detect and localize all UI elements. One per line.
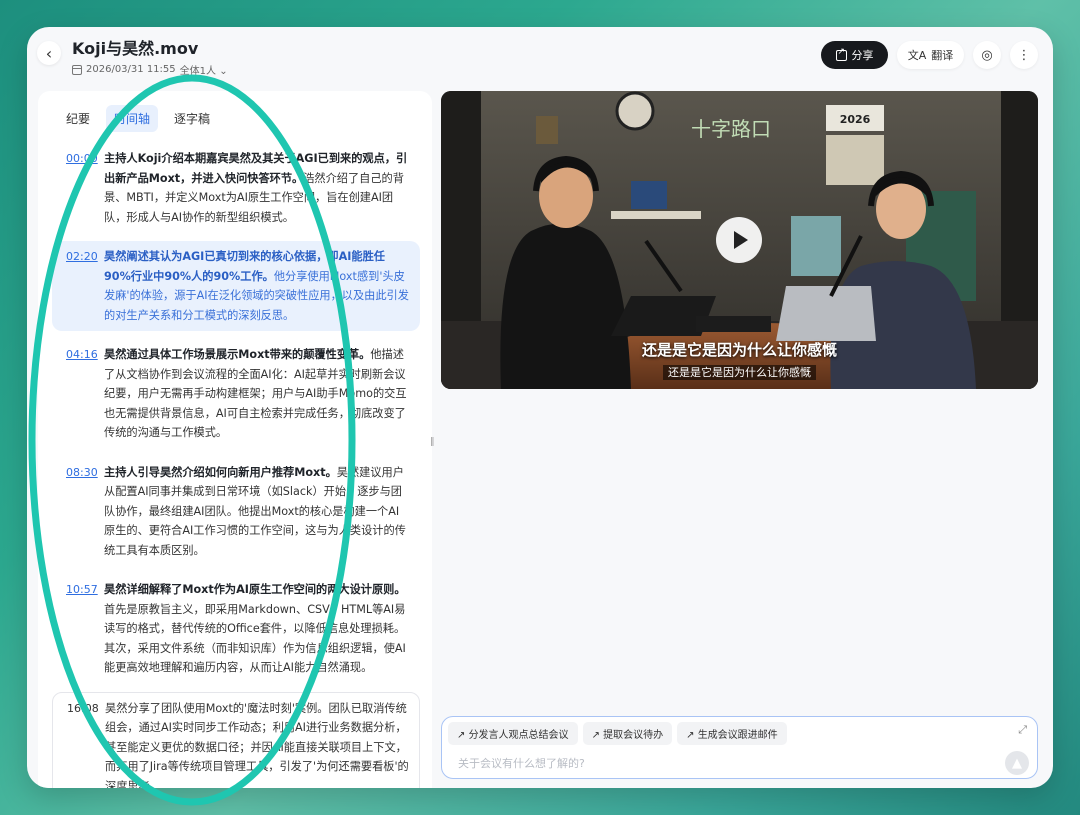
meeting-meta: 2026/03/31 11:55 全体1人 ⌄ [72, 62, 228, 77]
timeline-item[interactable]: 16:08 昊然分享了团队使用Moxt的'魔法时刻'案例。团队已取消传统组会，通… [52, 691, 420, 789]
chevron-left-icon: ‹ [45, 43, 53, 63]
timeline-text: 主持人Koji介绍本期嘉宾昊然及其关于AGI已到来的观点，引出新产品Moxt，并… [104, 152, 408, 224]
suggestion-chip[interactable]: ↗ 生成会议跟进邮件 [677, 722, 787, 745]
send-icon: ▲ [1012, 755, 1022, 771]
timeline-item[interactable]: 04:16 昊然通过具体工作场景展示Moxt带来的颠覆性变革。他描述了从文档协作… [52, 339, 420, 449]
more-vertical-icon: ⋮ [1017, 47, 1031, 63]
timestamp-link[interactable]: 08:30 [66, 463, 104, 561]
tab-summary[interactable]: 纪要 [58, 105, 98, 132]
timeline-text: 昊然阐述其认为AGI已真切到来的核心依据，即AI能胜任90%行业中90%人的90… [104, 250, 409, 322]
suggestion-chip[interactable]: ↗ 分发言人观点总结会议 [448, 722, 578, 745]
timeline-item[interactable]: 08:30 主持人引导昊然介绍如何向新用户推荐Moxt。昊然建议用户从配置AI同… [52, 457, 420, 567]
summary-panel: 纪要 时间轴 逐字稿 00:00 主持人Koji介绍本期嘉宾昊然及其关于AGI已… [38, 91, 432, 788]
back-button[interactable]: ‹ [37, 41, 61, 65]
page-title: Koji与昊然.mov [72, 39, 199, 58]
participants-dropdown[interactable]: 全体1人 ⌄ [180, 62, 228, 77]
ai-chat-box: ↗ 分发言人观点总结会议 ↗ 提取会议待办 ↗ 生成会议跟进邮件 ⤢ 关于会议有… [441, 716, 1038, 779]
meeting-date: 2026/03/31 11:55 [86, 64, 176, 75]
play-button[interactable] [716, 217, 762, 263]
globe-icon: ◎ [981, 47, 993, 63]
tab-transcript[interactable]: 逐字稿 [166, 105, 218, 132]
timeline-item[interactable]: 10:57 昊然详细解释了Moxt作为AI原生工作空间的两大设计原则。首先是原教… [52, 574, 420, 684]
send-button[interactable]: ▲ [1005, 751, 1029, 775]
subtitle-main: 还是是它是因为什么让你感慨 [641, 341, 837, 359]
timeline-list: 00:00 主持人Koji介绍本期嘉宾昊然及其关于AGI已到来的观点，引出新产品… [52, 143, 420, 788]
svg-text:2026: 2026 [840, 113, 871, 126]
timestamp-link[interactable]: 04:16 [66, 345, 104, 443]
resize-handle[interactable]: ‖ [430, 437, 435, 447]
chevron-down-icon: ⌄ [216, 66, 228, 77]
play-icon [734, 231, 748, 249]
tab-bar: 纪要 时间轴 逐字稿 [58, 105, 218, 132]
calendar-icon [72, 64, 82, 75]
timestamp-link[interactable]: 10:57 [66, 580, 104, 678]
more-button[interactable]: ⋮ [1010, 41, 1038, 69]
app-window: ‹ Koji与昊然.mov 2026/03/31 11:55 全体1人 ⌄ 分享… [27, 27, 1053, 788]
share-button[interactable]: 分享 [821, 41, 888, 69]
translate-button[interactable]: 文A 翻译 [897, 41, 964, 69]
timeline-text: 主持人引导昊然介绍如何向新用户推荐Moxt。昊然建议用户从配置AI同事并集成到日… [104, 465, 406, 557]
expand-icon[interactable]: ⤢ [1018, 723, 1027, 737]
timeline-item-active[interactable]: 02:20 昊然阐述其认为AGI已真切到来的核心依据，即AI能胜任90%行业中9… [52, 241, 420, 331]
svg-text:十字路口: 十字路口 [691, 117, 771, 141]
chat-input[interactable]: 关于会议有什么想了解的? [458, 755, 585, 771]
timestamp-link[interactable]: 02:20 [66, 247, 104, 325]
timeline-item[interactable]: 00:00 主持人Koji介绍本期嘉宾昊然及其关于AGI已到来的观点，引出新产品… [52, 143, 420, 233]
translate-icon: 文A [907, 49, 927, 62]
suggestion-chip[interactable]: ↗ 提取会议待办 [582, 722, 673, 745]
timeline-text: 昊然分享了团队使用Moxt的'魔法时刻'案例。团队已取消传统组会，通过AI实时同… [105, 701, 409, 789]
timestamp-link[interactable]: 16:08 [67, 699, 105, 789]
timeline-text: 昊然详细解释了Moxt作为AI原生工作空间的两大设计原则。首先是原教旨主义，即采… [104, 583, 406, 674]
tab-timeline[interactable]: 时间轴 [106, 105, 159, 132]
video-player[interactable]: 2026 十字路口 还是是它是因为什么让你感慨 还是是它是因为什么让你感慨 [441, 91, 1038, 389]
share-icon [835, 47, 847, 61]
timeline-text: 昊然通过具体工作场景展示Moxt带来的颠覆性变革。他描述了从文档协作到会议流程的… [104, 348, 407, 439]
suggestion-chips: ↗ 分发言人观点总结会议 ↗ 提取会议待办 ↗ 生成会议跟进邮件 [448, 722, 787, 745]
globe-button[interactable]: ◎ [973, 41, 1001, 69]
subtitle-secondary: 还是是它是因为什么让你感慨 [441, 361, 1038, 380]
timestamp-link[interactable]: 00:00 [66, 149, 104, 227]
